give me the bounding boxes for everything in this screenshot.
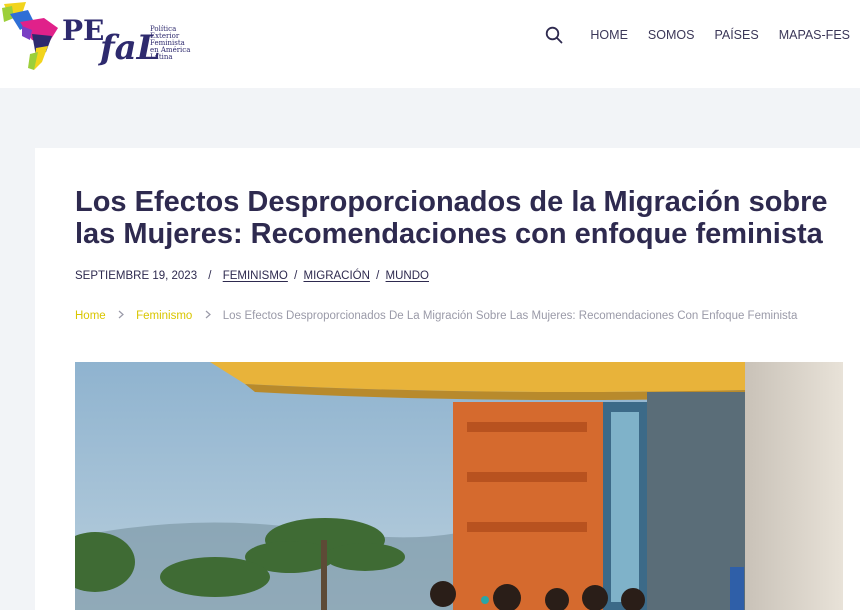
nav-item-mapas-fes[interactable]: MAPAS-FES <box>779 28 850 42</box>
article-meta: SEPTIEMBRE 19, 2023 / FEMINISMO / MIGRAC… <box>75 270 429 282</box>
nav-item-somos[interactable]: SOMOS <box>648 28 695 42</box>
search-icon <box>546 26 563 44</box>
category-separator: / <box>376 270 380 282</box>
category-link-feminismo[interactable]: FEMINISMO <box>223 270 288 282</box>
category-separator: / <box>294 270 298 282</box>
breadcrumb-current: Los Efectos Desproporcionados De La Migr… <box>222 310 798 322</box>
nav-item-home[interactable]: HOME <box>590 28 628 42</box>
meta-separator: / <box>208 270 212 282</box>
chevron-right-icon <box>118 310 124 319</box>
article-hero-image <box>75 362 843 610</box>
chevron-right-icon <box>205 310 211 319</box>
logo-subtitle-line: Latina <box>150 53 173 61</box>
logo-subtitle: Política Exterior Feminista en América L… <box>150 26 200 61</box>
logo-pe: PE <box>62 14 105 47</box>
breadcrumb: Home Feminismo Los Efectos Desproporcion… <box>75 310 797 322</box>
site-logo[interactable]: PE faL Política Exterior Feminista en Am… <box>0 0 200 80</box>
latin-america-map-icon <box>2 2 58 70</box>
site-header: PE faL Política Exterior Feminista en Am… <box>0 0 860 88</box>
search-button[interactable] <box>544 25 564 45</box>
article-date: SEPTIEMBRE 19, 2023 <box>75 270 198 282</box>
article-title: Los Efectos Desproporcionados de la Migr… <box>75 186 828 250</box>
article-card: Los Efectos Desproporcionados de la Migr… <box>35 148 860 610</box>
breadcrumb-feminismo[interactable]: Feminismo <box>136 310 192 322</box>
category-link-migracion[interactable]: MIGRACIÓN <box>303 270 369 282</box>
category-link-mundo[interactable]: MUNDO <box>386 270 429 282</box>
hero-photo <box>75 362 843 610</box>
nav-item-paises[interactable]: PAÍSES <box>714 28 758 42</box>
main-nav: HOME SOMOS PAÍSES MAPAS-FES <box>544 24 850 46</box>
breadcrumb-home[interactable]: Home <box>75 310 106 322</box>
